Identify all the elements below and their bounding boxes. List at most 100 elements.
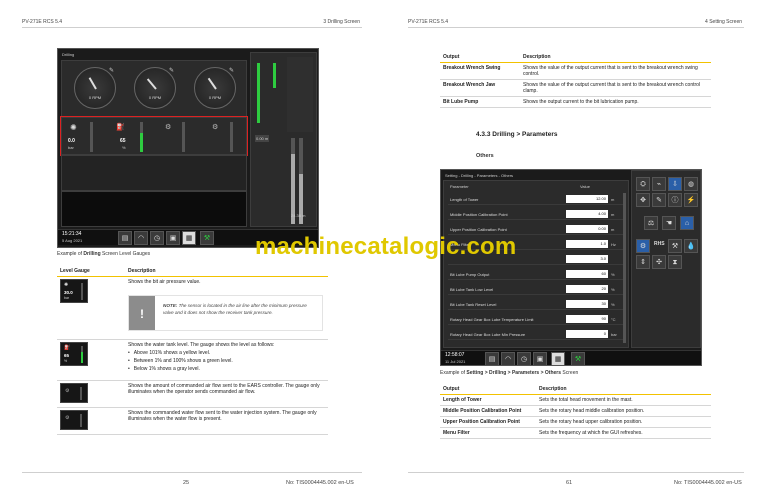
list-item: Below 1% shows a gray level. <box>128 366 325 372</box>
parameter-label: Bit Lube Tank Reset Level <box>450 302 497 307</box>
subsection-heading: Others <box>476 153 494 159</box>
row-description: Shows the water tank level. The gauge sh… <box>128 342 275 348</box>
parameter-unit: % <box>611 272 615 277</box>
rig-icon[interactable]: ⌂ <box>680 216 694 230</box>
table-row: ✺ 30.0 bar Shows the bit air pressure va… <box>57 276 328 340</box>
air-pressure-thumb: ✺ 30.0 bar <box>60 279 88 303</box>
list-item: Between 1% and 100% shows a green level. <box>128 358 325 364</box>
parameter-value-input[interactable]: 3.0 <box>566 255 608 263</box>
footer-divider <box>22 472 362 473</box>
parameter-value-input[interactable]: 0.00 <box>566 225 608 233</box>
lube-icon[interactable]: 💧 <box>684 239 698 253</box>
table-row: Menu Filter Sets the frequency at which … <box>440 427 711 439</box>
parameter-unit: m <box>611 212 615 217</box>
parameter-label: Upper Position Calibration Point <box>450 227 507 232</box>
drill-icon[interactable]: ⚒ <box>571 352 585 365</box>
position-icon[interactable]: ⇕ <box>636 255 650 269</box>
parameter-row: Rotary Head Gear Box Lube Temperature Li… <box>448 314 626 325</box>
rod-icon[interactable]: ⚒ <box>668 239 682 253</box>
hand-icon[interactable]: ☚ <box>662 216 676 230</box>
edit-icon[interactable]: ✎ <box>229 67 234 74</box>
bolt-icon[interactable]: ⚡ <box>684 193 698 207</box>
mast-panel: 0.00 m 24.38 m <box>250 52 317 227</box>
info-icon[interactable]: ⓘ <box>668 193 682 207</box>
col-description: Description <box>520 52 711 63</box>
footer-divider <box>408 472 744 473</box>
grid-icon[interactable]: ▦ <box>182 231 196 245</box>
machine-icon[interactable]: ⛭ <box>636 177 650 191</box>
table-row: Breakout Wrench Jaw Shows the value of t… <box>440 79 711 97</box>
layers-icon[interactable]: ▣ <box>166 231 180 245</box>
gear-icon[interactable]: ⚙ <box>636 239 650 253</box>
layers-icon[interactable]: ▣ <box>533 352 547 365</box>
depth-bottom: 24.38 m <box>291 213 306 218</box>
parameter-row: Bit Lube Tank Low Level 20% <box>448 284 626 295</box>
parameter-value-input[interactable]: 30 <box>566 300 608 308</box>
level-gauge-table: Level Gauge Description ✺ 30.0 bar Shows… <box>57 266 328 435</box>
table-row: Length of Tower Sets the total head move… <box>440 394 711 406</box>
globe-icon[interactable]: ◍ <box>684 177 698 191</box>
table-row: Upper Position Calibration Point Sets th… <box>440 416 711 428</box>
chart-icon[interactable]: ▤ <box>485 352 499 365</box>
page-number: 61 <box>566 480 573 486</box>
parameter-value-input[interactable]: 90 <box>566 315 608 323</box>
parameter-label: Length of Tower <box>450 197 479 202</box>
depth-top: 0.00 m <box>255 135 270 142</box>
parameter-value-input[interactable]: 12.00 <box>566 195 608 203</box>
parameter-unit: m <box>611 197 615 202</box>
setting-screen: Setting - Drilling - Parameters - Others… <box>440 169 702 366</box>
breadcrumb: Setting - Drilling - Parameters - Others <box>445 173 514 178</box>
date: 5 Aug 2021 <box>62 238 83 243</box>
sensor-icon[interactable]: ⌁ <box>652 177 666 191</box>
col-parameter: Parameter <box>450 184 469 189</box>
filter-icon[interactable]: ⧗ <box>668 255 682 269</box>
table-row: Middle Position Calibration Point Sets t… <box>440 405 711 417</box>
timer-icon[interactable]: ◷ <box>150 231 164 245</box>
chart-icon[interactable]: ▤ <box>118 231 132 245</box>
parameter-label: Bit Lube Pump Output <box>450 272 490 277</box>
parameter-value-input[interactable]: 4.00 <box>566 210 608 218</box>
parameter-value-input[interactable]: 20 <box>566 285 608 293</box>
rhs-label: RHS <box>654 241 665 247</box>
row-description: Shows the bit air pressure value. <box>128 279 201 285</box>
grid-icon[interactable]: ▦ <box>551 352 565 365</box>
wrench-icon[interactable]: ✎ <box>652 193 666 207</box>
tools-icon[interactable]: ✥ <box>636 193 650 207</box>
mast-indicator <box>273 63 276 88</box>
parameter-row: Middle Position Calibration Point 4.00 m <box>448 209 626 220</box>
parameter-row: Length of Tower 12.00 m <box>448 194 626 205</box>
scrollbar[interactable] <box>623 193 626 343</box>
drill-icon[interactable]: ⚒ <box>200 231 214 245</box>
col-value: Value <box>580 184 590 189</box>
table-row: Bit Lube Pump Shows the output current t… <box>440 96 711 108</box>
table-row: Breakout Wrench Swing Shows the value of… <box>440 62 711 80</box>
clock: 12:58:07 <box>445 352 465 358</box>
parameter-value-input[interactable]: 60 <box>566 270 608 278</box>
section-heading: 4.3.3 Drilling > Parameters <box>476 131 558 138</box>
tool-icons <box>287 57 313 132</box>
settings-menu-panel: ⛭ ⌁ ⇩ ◍ ✥ ✎ ⓘ ⚡ ⚖ ☚ ⌂ ⚙ RHS ⚒ 💧 ⇕ ✣ ⧗ <box>631 170 701 348</box>
water-flow-thumb: ⚙ <box>60 410 88 430</box>
gauge-icon[interactable]: ◠ <box>501 352 515 365</box>
col-description: Description <box>125 266 328 277</box>
header-left: PV-271E RCS 5.4 <box>22 19 63 25</box>
parameter-value-input[interactable]: 1.0 <box>566 240 608 248</box>
parameter-label: Middle Position Calibration Point <box>450 212 508 217</box>
water-tank-thumb: ⛽ 65 % <box>60 342 88 366</box>
table-row: ⚙ Shows the commanded water flow sent to… <box>57 407 328 435</box>
parameter-panel: Parameter Value Length of Tower 12.00 m Mid… <box>443 180 629 348</box>
timer-icon[interactable]: ◷ <box>517 352 531 365</box>
parameter-row: Bit Lube Tank Reset Level 30% <box>448 299 626 310</box>
screen-title: Drilling <box>62 52 75 57</box>
rod-track <box>299 138 303 224</box>
compass-icon[interactable]: ✣ <box>652 255 666 269</box>
balance-icon[interactable]: ⚖ <box>644 216 658 230</box>
edit-icon[interactable]: ✎ <box>169 67 174 74</box>
parameter-value-input[interactable]: 0 <box>566 330 608 338</box>
edit-icon[interactable]: ✎ <box>109 67 114 74</box>
gauge-icon[interactable]: ◠ <box>134 231 148 245</box>
parameter-label: Rotary Head Gear Box Lube Temperature Li… <box>450 317 534 322</box>
drill-icon[interactable]: ⇩ <box>668 177 682 191</box>
parameter-label: Bit Lube Tank Low Level <box>450 287 494 292</box>
watermark: machinecatalogic.com <box>255 233 517 260</box>
